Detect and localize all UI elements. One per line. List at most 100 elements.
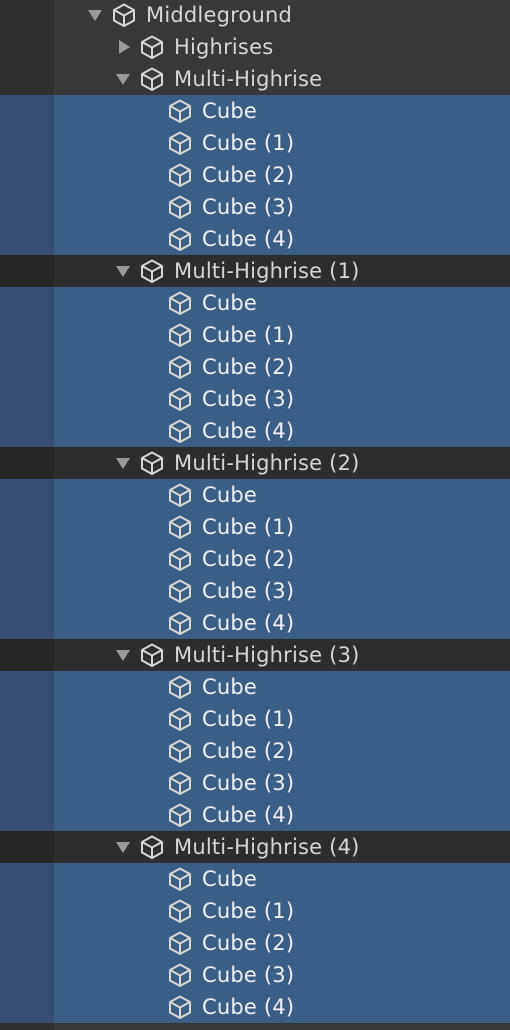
item-label: Multi-Highrise <box>174 67 323 91</box>
row-gutter <box>0 287 54 319</box>
hierarchy-item-cube[interactable]: Cube (2) <box>0 735 510 767</box>
row-gutter <box>0 191 54 223</box>
row-gutter <box>0 991 54 1023</box>
item-label: Cube (4) <box>202 419 295 443</box>
row-gutter <box>0 575 54 607</box>
hierarchy-item-cube[interactable]: Cube <box>0 287 510 319</box>
hierarchy-item-cube[interactable]: Cube (4) <box>0 991 510 1023</box>
cube-icon <box>166 289 194 317</box>
row-gutter <box>0 927 54 959</box>
item-label: Cube (1) <box>202 131 295 155</box>
hierarchy-item-cube[interactable]: Cube <box>0 479 510 511</box>
hierarchy-item-group[interactable]: Multi-Highrise (1) <box>0 255 510 287</box>
row-gutter <box>0 479 54 511</box>
hierarchy-item-cube[interactable]: Cube (1) <box>0 895 510 927</box>
expand-arrow-down-icon[interactable] <box>114 262 132 280</box>
row-gutter <box>0 799 54 831</box>
hierarchy-item-cube[interactable]: Cube <box>0 863 510 895</box>
cube-icon <box>166 225 194 253</box>
row-gutter <box>0 671 54 703</box>
hierarchy-item-cube[interactable]: Cube (2) <box>0 543 510 575</box>
cube-icon <box>110 1 138 29</box>
hierarchy-item-cube[interactable]: Cube (2) <box>0 351 510 383</box>
cube-icon <box>166 129 194 157</box>
item-label: Cube (1) <box>202 323 295 347</box>
item-label: Cube <box>202 483 258 507</box>
hierarchy-item-cube[interactable]: Cube (1) <box>0 319 510 351</box>
expand-arrow-down-icon[interactable] <box>114 646 132 664</box>
item-label: Cube (4) <box>202 803 295 827</box>
cube-icon <box>166 321 194 349</box>
item-label: Cube (3) <box>202 387 295 411</box>
hierarchy-item-cube[interactable]: Cube (1) <box>0 127 510 159</box>
hierarchy-item-cube[interactable]: Cube (3) <box>0 191 510 223</box>
cube-icon <box>166 513 194 541</box>
hierarchy-item-cube[interactable]: Cube (1) <box>0 511 510 543</box>
expand-arrow-down-icon[interactable] <box>114 70 132 88</box>
item-label: Highrises <box>174 35 274 59</box>
row-gutter <box>0 159 54 191</box>
hierarchy-item-cube[interactable]: Cube <box>0 671 510 703</box>
item-label: Cube <box>202 291 258 315</box>
item-label: Cube (2) <box>202 163 295 187</box>
hierarchy-item-cube[interactable]: Cube (4) <box>0 607 510 639</box>
item-label: Multi-Highrise (3) <box>174 643 360 667</box>
hierarchy-item-partial[interactable] <box>0 1023 510 1030</box>
hierarchy-item-cube[interactable]: Cube (4) <box>0 415 510 447</box>
expand-arrow-down-icon[interactable] <box>86 6 104 24</box>
row-gutter <box>0 607 54 639</box>
row-gutter <box>0 255 54 287</box>
cube-icon <box>166 577 194 605</box>
hierarchy-item-cube[interactable]: Cube (4) <box>0 223 510 255</box>
item-label: Cube (2) <box>202 739 295 763</box>
cube-icon <box>166 673 194 701</box>
cube-icon <box>166 897 194 925</box>
hierarchy-item-cube[interactable]: Cube (3) <box>0 383 510 415</box>
row-gutter <box>0 1023 54 1030</box>
item-label: Cube <box>202 867 258 891</box>
row-gutter <box>0 0 54 31</box>
row-gutter <box>0 31 54 63</box>
hierarchy-item-group[interactable]: Multi-Highrise (3) <box>0 639 510 671</box>
item-label: Cube (1) <box>202 515 295 539</box>
hierarchy-item-cube[interactable]: Cube (3) <box>0 575 510 607</box>
cube-icon <box>166 769 194 797</box>
hierarchy-item-cube[interactable]: Cube (2) <box>0 927 510 959</box>
row-gutter <box>0 511 54 543</box>
item-label: Cube (3) <box>202 963 295 987</box>
cube-icon <box>166 161 194 189</box>
cube-icon <box>138 33 166 61</box>
hierarchy-item-cube[interactable]: Cube <box>0 95 510 127</box>
hierarchy-item-group[interactable]: Multi-Highrise <box>0 63 510 95</box>
hierarchy-item-middleground[interactable]: Middleground <box>0 0 510 31</box>
cube-icon <box>166 929 194 957</box>
cube-icon <box>166 353 194 381</box>
hierarchy-item-cube[interactable]: Cube (4) <box>0 799 510 831</box>
cube-icon <box>166 961 194 989</box>
row-gutter <box>0 703 54 735</box>
item-label: Cube (3) <box>202 195 295 219</box>
item-label: Multi-Highrise (2) <box>174 451 360 475</box>
cube-icon <box>166 801 194 829</box>
item-label: Cube (3) <box>202 579 295 603</box>
expand-arrow-down-icon[interactable] <box>114 454 132 472</box>
cube-icon <box>166 385 194 413</box>
hierarchy-item-cube[interactable]: Cube (3) <box>0 767 510 799</box>
item-label: Cube <box>202 99 258 123</box>
hierarchy-item-cube[interactable]: Cube (3) <box>0 959 510 991</box>
item-label: Cube (4) <box>202 227 295 251</box>
item-label: Cube (1) <box>202 707 295 731</box>
item-label: Cube <box>202 675 258 699</box>
expand-arrow-down-icon[interactable] <box>114 838 132 856</box>
hierarchy-item-group[interactable]: Multi-Highrise (4) <box>0 831 510 863</box>
hierarchy-item-highrises[interactable]: Highrises <box>0 31 510 63</box>
item-label: Cube (4) <box>202 611 295 635</box>
expand-arrow-right-icon[interactable] <box>115 38 133 56</box>
item-label: Middleground <box>146 3 293 27</box>
cube-icon <box>166 193 194 221</box>
hierarchy-item-cube[interactable]: Cube (1) <box>0 703 510 735</box>
hierarchy-item-group[interactable]: Multi-Highrise (2) <box>0 447 510 479</box>
row-gutter <box>0 127 54 159</box>
hierarchy-item-cube[interactable]: Cube (2) <box>0 159 510 191</box>
item-label: Cube (2) <box>202 355 295 379</box>
